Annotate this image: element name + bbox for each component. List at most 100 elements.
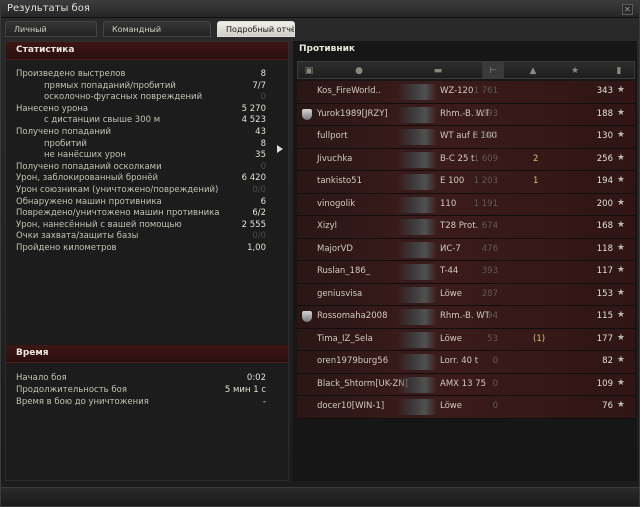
damage-value: 1 609 bbox=[473, 153, 498, 164]
tank-name: Löwe bbox=[440, 288, 462, 299]
time-label: Продолжительность боя bbox=[16, 385, 127, 395]
tab-personal-result[interactable]: Личный результат bbox=[5, 21, 97, 50]
player-name: Ruslan_186_ bbox=[317, 266, 371, 276]
enemy-player-row[interactable]: Black_Shtorm[UK-ZN] AMX 13 75 0 109 ★ bbox=[297, 373, 635, 396]
tank-icon bbox=[397, 309, 437, 325]
player-name: Kos_FireWorld.. bbox=[317, 86, 381, 96]
damage-value: 53 bbox=[487, 333, 498, 344]
tank-icon bbox=[397, 354, 437, 370]
stats-panel: Статистика Произведено выстрелов 8 прямых … bbox=[5, 41, 289, 481]
star-icon: ★ bbox=[616, 400, 625, 410]
damage-value: 393 bbox=[481, 266, 498, 276]
star-icon: ★ bbox=[616, 107, 625, 118]
time-value: - bbox=[262, 397, 266, 407]
mouse-cursor bbox=[277, 145, 283, 153]
time-header-label: Время bbox=[16, 348, 49, 358]
enemy-player-row[interactable]: oren1979burg56 Lorr. 40 t 0 82 ★ bbox=[297, 351, 635, 374]
stat-row: Нанесено урона 5 270 bbox=[6, 104, 288, 116]
player-name: Rossomaha2008 bbox=[317, 311, 388, 321]
star-icon: ★ bbox=[616, 197, 625, 208]
enemy-player-row[interactable]: tankisto51 E 100 1 203 1 194 ★ bbox=[297, 171, 635, 194]
tank-icon bbox=[397, 331, 437, 348]
stat-label: не нанёсших урон bbox=[44, 150, 126, 161]
stat-label: пробитий bbox=[44, 138, 87, 149]
enemy-player-row[interactable]: Yurok1989[JRZY] Rhm.-B. WT 1 693 188 ★ bbox=[297, 103, 635, 126]
damage-value: 1 693 bbox=[473, 108, 498, 119]
star-icon: ★ bbox=[616, 310, 625, 320]
player-name: fullport bbox=[317, 131, 348, 141]
kills-value: 1 bbox=[533, 176, 539, 186]
close-icon[interactable]: ✕ bbox=[622, 4, 633, 15]
player-name: Yurok1989[JRZY] bbox=[317, 108, 388, 119]
tank-icon[interactable]: ▬ bbox=[426, 66, 450, 76]
tank-name: T28 Prot. bbox=[440, 221, 479, 231]
enemy-player-row[interactable]: docer10[WIN-1] Löwe 0 76 ★ bbox=[297, 396, 635, 419]
enemy-player-row[interactable]: Ruslan_186_ T-44 393 117 ★ bbox=[297, 261, 635, 284]
stat-label: Нанесено урона bbox=[16, 103, 89, 114]
enemy-list: Kos_FireWorld.. WZ-120 1 761 343 ★ Yurok1989[… bbox=[297, 81, 635, 419]
stat-value: 7/7 bbox=[252, 80, 266, 91]
tank-icon bbox=[397, 219, 437, 235]
titlebar: Результаты боя ✕ bbox=[1, 1, 639, 18]
tab-bar: Личный результат Командный результат Под… bbox=[5, 21, 295, 50]
damage-icon[interactable]: ⊢ bbox=[488, 66, 498, 76]
badge-icon bbox=[302, 311, 312, 322]
stat-label: Пройдено километров bbox=[16, 242, 117, 253]
player-icon[interactable]: ● bbox=[354, 66, 364, 76]
medal-icon[interactable]: ▮ bbox=[614, 66, 624, 76]
stat-row: прямых попаданий/пробитий 7/7 bbox=[6, 81, 288, 93]
bottom-bar bbox=[1, 487, 639, 506]
stat-label: Урон союзникам (уничтожено/повреждений) bbox=[16, 184, 219, 195]
tank-icon bbox=[397, 376, 437, 393]
xp-value: 117 bbox=[596, 266, 613, 276]
player-name: MajorVD bbox=[317, 243, 353, 254]
stats-header-label: Статистика bbox=[16, 45, 75, 55]
stats-header: Статистика bbox=[6, 42, 288, 60]
stat-label: с дистанции свыше 300 м bbox=[44, 115, 161, 126]
xp-value: 76 bbox=[602, 401, 613, 411]
enemy-player-row[interactable]: fullport WT auf E 100 1 683 130 ★ bbox=[297, 126, 635, 149]
player-name: docer10[WIN-1] bbox=[317, 401, 385, 411]
stat-label: Получено попаданий осколками bbox=[16, 161, 162, 172]
enemy-player-row[interactable]: geniusvisa Löwe 287 153 ★ bbox=[297, 283, 635, 306]
kills-icon[interactable]: ▲ bbox=[526, 66, 540, 76]
stat-label: Очки захвата/защиты базы bbox=[16, 231, 139, 242]
enemy-player-row[interactable]: vinogolik 110 1 191 200 ★ bbox=[297, 193, 635, 216]
tab-team-result[interactable]: Командный результат bbox=[103, 21, 211, 50]
tab-detailed-report[interactable]: Подробный отчёт bbox=[217, 21, 295, 37]
star-icon: ★ bbox=[616, 332, 625, 343]
time-label: Начало боя bbox=[16, 373, 67, 383]
player-name: Xizyl bbox=[317, 221, 338, 231]
xp-value: 194 bbox=[596, 176, 613, 186]
enemy-player-row[interactable]: Rossomaha2008 Rhm.-B. WT 94 115 ★ bbox=[297, 306, 635, 329]
stat-value: 35 bbox=[255, 150, 266, 161]
xp-icon[interactable]: ★ bbox=[570, 66, 580, 76]
player-name: Tima_IZ_Sela bbox=[317, 333, 373, 344]
enemy-player-row[interactable]: Tima_IZ_Sela Löwe 53 (1) 177 ★ bbox=[297, 328, 635, 351]
tank-name: Rhm.-B. WT bbox=[440, 311, 490, 321]
stat-row: Урон союзникам (уничтожено/повреждений) 0… bbox=[6, 185, 288, 197]
stat-row: Очки захвата/защиты базы 0/0 bbox=[6, 231, 288, 243]
stat-value: 2 555 bbox=[241, 219, 266, 230]
damage-value: 1 683 bbox=[473, 131, 498, 141]
platoon-icon[interactable]: ▣ bbox=[304, 66, 314, 76]
stat-row: осколочно-фугасных повреждений 0 bbox=[6, 92, 288, 104]
star-icon: ★ bbox=[616, 355, 625, 365]
enemy-player-row[interactable]: Kos_FireWorld.. WZ-120 1 761 343 ★ bbox=[297, 81, 635, 104]
enemy-player-row[interactable]: Xizyl T28 Prot. 674 168 ★ bbox=[297, 216, 635, 239]
damage-value: 1 761 bbox=[473, 86, 498, 96]
stat-row: не нанёсших урон 35 bbox=[6, 150, 288, 162]
player-name: oren1979burg56 bbox=[317, 356, 389, 366]
xp-value: 109 bbox=[596, 378, 613, 389]
xp-value: 115 bbox=[596, 311, 613, 321]
stat-row: Получено попаданий осколками 0 bbox=[6, 162, 288, 174]
stat-label: Произведено выстрелов bbox=[16, 69, 126, 79]
stat-value: 8 bbox=[260, 138, 266, 149]
enemy-player-row[interactable]: Jivuchka B-C 25 t1 609 2 256 ★ bbox=[297, 148, 635, 171]
stat-row: Урон, нанесённый с вашей помощью 2 555 bbox=[6, 220, 288, 232]
enemy-player-row[interactable]: MajorVD ИС-7 476 118 ★ bbox=[297, 238, 635, 261]
stat-value: 43 bbox=[255, 126, 266, 137]
enemy-team-title: Противник bbox=[299, 44, 356, 54]
stat-label: осколочно-фугасных повреждений bbox=[44, 92, 203, 103]
tank-icon bbox=[397, 84, 437, 100]
